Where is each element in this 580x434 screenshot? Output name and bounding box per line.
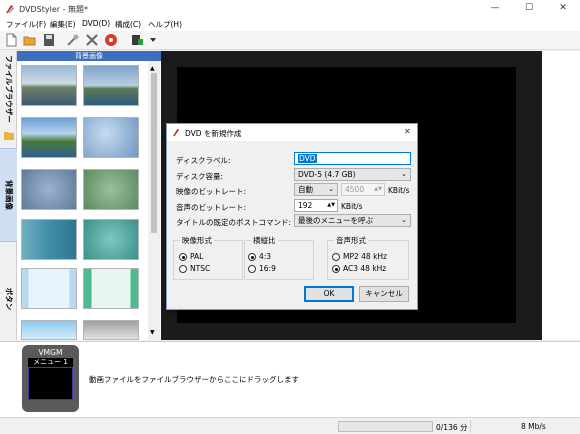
settings-icon[interactable] <box>66 33 80 47</box>
add-file-icon[interactable] <box>130 33 144 47</box>
capacity-progress-bar <box>338 421 433 432</box>
close-button[interactable]: ✕ <box>546 0 580 18</box>
background-thumbnail[interactable] <box>83 219 139 260</box>
audio-bitrate-unit: KBit/s <box>341 202 363 211</box>
chevron-down-icon: ⌄ <box>401 216 407 224</box>
dvdstyler-app-icon <box>172 128 180 137</box>
spin-icon[interactable]: ▲▼ <box>327 200 335 211</box>
minimize-icon: — <box>490 3 500 13</box>
status-bar: 0/136 分 8 Mb/s <box>0 417 580 434</box>
radio-pal[interactable] <box>179 253 187 261</box>
panel-scrollbar[interactable]: ▲ ▼ <box>148 61 160 340</box>
chevron-down-icon: ⌄ <box>328 185 334 193</box>
scroll-up-icon[interactable]: ▲ <box>150 65 155 72</box>
title-bar: DVDStyler - 無題* — ☐ ✕ <box>0 0 580 18</box>
dropdown-icon[interactable] <box>150 38 156 43</box>
menu-bar: ファイル(F) 編集(E) DVD(D) 構成(C) ヘルプ(H) <box>0 18 580 31</box>
radio-16-9[interactable] <box>248 265 256 273</box>
menu-file[interactable]: ファイル(F) <box>6 19 46 30</box>
background-thumbnail[interactable] <box>21 169 77 210</box>
post-command-select[interactable]: 最後のメニューを呼ぶ ⌄ <box>294 214 411 227</box>
background-panel: 背景画像 ▲ ▼ <box>17 51 161 340</box>
disc-label-label: ディスクラベル: <box>176 156 231 165</box>
background-thumbnail[interactable] <box>21 65 77 106</box>
new-icon[interactable] <box>4 33 18 47</box>
chevron-down-icon: ⌄ <box>401 170 407 178</box>
disc-capacity-label: ディスク容量: <box>176 172 224 181</box>
dialog-title: DVD を新規作成 <box>185 129 242 138</box>
background-thumbnail[interactable] <box>83 320 139 340</box>
video-format-group: 映像形式 PAL NTSC <box>173 235 243 280</box>
scrollbar-thumb[interactable] <box>151 73 157 233</box>
background-thumbnail[interactable] <box>21 219 77 260</box>
vmgm-menu-item[interactable]: VMGM メニュー 1 <box>22 345 79 412</box>
radio-ntsc[interactable] <box>179 265 187 273</box>
aspect-ratio-group: 横縦比 4:3 16:9 <box>244 235 314 280</box>
folder-icon <box>4 132 14 140</box>
new-dvd-dialog: DVD を新規作成 ✕ ディスクラベル: DVD ディスク容量: DVD-5 (… <box>166 123 418 310</box>
menu-edit[interactable]: 編集(E) <box>50 19 76 30</box>
radio-mp2[interactable] <box>332 253 340 261</box>
video-bitrate-unit: KBit/s <box>388 186 410 195</box>
maximize-button[interactable]: ☐ <box>512 0 546 18</box>
disc-label-field[interactable]: DVD <box>294 152 411 165</box>
save-icon[interactable] <box>42 33 56 47</box>
close-icon: ✕ <box>559 3 567 13</box>
background-thumbnail[interactable] <box>83 169 139 210</box>
background-thumbnail[interactable] <box>21 320 77 340</box>
dvdstyler-app-icon <box>6 5 14 13</box>
disc-label-value: DVD <box>298 154 317 163</box>
radio-4-3[interactable] <box>248 253 256 261</box>
post-command-label: タイトルの既定のポストコマンド: <box>176 218 292 227</box>
tools-icon[interactable] <box>85 33 99 47</box>
bitrate-text: 8 Mb/s <box>521 422 546 431</box>
menu-1-thumbnail[interactable] <box>28 367 73 400</box>
audio-bitrate-label: 音声のビットレート: <box>176 203 247 212</box>
background-thumbnail[interactable] <box>83 268 139 309</box>
dialog-title-bar: DVD を新規作成 ✕ <box>167 124 417 141</box>
burn-icon[interactable] <box>104 33 118 47</box>
spin-icon[interactable]: ▲▼ <box>374 184 382 195</box>
minimize-button[interactable]: — <box>478 0 512 18</box>
video-bitrate-mode-select[interactable]: 自動 ⌄ <box>294 183 338 196</box>
menu-help[interactable]: ヘルプ(H) <box>148 19 182 30</box>
open-icon[interactable] <box>23 33 37 47</box>
tab-backgrounds[interactable]: 背景画像 <box>0 148 17 242</box>
drag-hint: 動画ファイルをファイルブラウザーからここにドラッグします <box>89 375 299 384</box>
menu-dvd[interactable]: DVD(D) <box>82 19 110 28</box>
background-thumbnail[interactable] <box>21 268 77 309</box>
background-thumbnail[interactable] <box>83 65 139 106</box>
panel-header: 背景画像 <box>17 51 161 61</box>
cancel-button[interactable]: キャンセル <box>359 286 409 302</box>
vmgm-label: VMGM <box>38 348 63 357</box>
background-thumbnail[interactable] <box>83 117 139 158</box>
tab-buttons[interactable]: ボタン <box>0 276 17 321</box>
window-title: DVDStyler - 無題* <box>19 5 89 14</box>
audio-format-group: 音声形式 MP2 48 kHz AC3 48 kHz <box>327 235 409 280</box>
capacity-text: 0/136 分 <box>436 423 468 432</box>
radio-ac3[interactable] <box>332 265 340 273</box>
video-bitrate-field[interactable]: 4500 ▲▼ <box>341 183 385 196</box>
menu-configure[interactable]: 構成(C) <box>115 19 141 30</box>
vertical-tab-strip: ファイルブラウザー 背景画像 ボタン <box>0 51 17 340</box>
canvas-margin <box>542 51 580 340</box>
status-divider <box>470 420 471 433</box>
background-thumbnail[interactable] <box>21 117 77 158</box>
video-bitrate-label: 映像のビットレート: <box>176 187 247 196</box>
audio-bitrate-field[interactable]: 192 ▲▼ <box>294 199 338 212</box>
scroll-down-icon[interactable]: ▼ <box>150 329 155 336</box>
maximize-icon: ☐ <box>524 3 534 13</box>
ok-button[interactable]: OK <box>304 286 354 302</box>
dialog-close-icon[interactable]: ✕ <box>404 127 411 136</box>
toolbar <box>0 31 580 50</box>
titleset-manager[interactable]: 動画ファイルをファイルブラウザーからここにドラッグします <box>0 341 580 417</box>
disc-capacity-select[interactable]: DVD-5 (4.7 GB) ⌄ <box>294 168 411 181</box>
tab-file-browser[interactable]: ファイルブラウザー <box>0 51 17 126</box>
menu-1-label: メニュー 1 <box>28 358 73 367</box>
